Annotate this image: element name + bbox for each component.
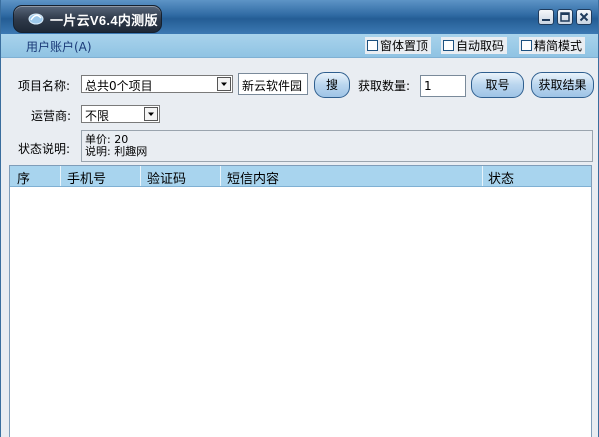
app-icon [28,13,44,25]
compact-mode-checkbox[interactable] [521,40,532,51]
main-window: 一片云V6.4内测版 用户账户(A) 窗体置顶 自动取码 精简模式 项目名称: … [0,0,599,437]
column-header-sms[interactable]: 短信内容 [227,168,279,187]
column-divider[interactable] [220,166,221,186]
close-button[interactable] [576,9,592,25]
chevron-down-icon[interactable] [217,77,231,91]
column-header-index[interactable]: 序 [17,168,30,187]
status-label: 状态说明: [18,142,71,156]
maximize-button[interactable] [557,9,573,25]
auto-fetch-label: 自动取码 [456,39,505,53]
quantity-input[interactable]: 1 [420,75,466,97]
window-title: 一片云V6.4内测版 [50,13,158,28]
status-price: 单价: 20 [85,133,129,146]
result-table[interactable]: 序 手机号 验证码 短信内容 状态 [9,165,592,437]
search-input[interactable]: 新云软件园 [238,73,308,95]
minimize-button[interactable] [538,9,554,25]
auto-fetch-checkbox[interactable] [443,40,454,51]
compact-mode-label: 精简模式 [534,39,583,53]
maximize-icon [560,12,570,22]
carrier-label: 运营商: [31,109,72,123]
column-header-code[interactable]: 验证码 [147,168,186,187]
project-select-value: 总共0个项目 [85,79,153,93]
quantity-label: 获取数量: [358,79,411,93]
project-label: 项目名称: [18,79,71,93]
get-result-button[interactable]: 获取结果 [531,72,594,98]
stay-on-top-label: 窗体置顶 [380,39,429,53]
table-header: 序 手机号 验证码 短信内容 状态 [10,166,591,187]
column-header-status[interactable]: 状态 [488,168,514,187]
stay-on-top-checkbox[interactable] [367,40,378,51]
column-header-phone[interactable]: 手机号 [67,168,106,187]
status-description-box: 单价: 20 说明: 利趣网 [81,130,593,162]
close-icon [579,12,589,22]
chevron-down-icon[interactable] [144,107,158,121]
menu-bar: 用户账户(A) 窗体置顶 自动取码 精简模式 [1,34,598,58]
column-divider[interactable] [482,166,483,186]
menu-account[interactable]: 用户账户(A) [26,38,92,55]
carrier-select-value: 不限 [85,109,110,123]
carrier-select[interactable]: 不限 [81,105,160,123]
quantity-input-value: 1 [424,79,432,93]
column-divider[interactable] [60,166,61,186]
option-auto-fetch[interactable]: 自动取码 [441,37,508,54]
minimize-icon [542,19,550,21]
status-note: 说明: 利趣网 [85,145,148,158]
column-divider[interactable] [140,166,141,186]
option-stay-on-top[interactable]: 窗体置顶 [365,37,432,54]
project-select[interactable]: 总共0个项目 [81,75,233,93]
title-tab: 一片云V6.4内测版 [13,5,162,33]
title-bar[interactable]: 一片云V6.4内测版 [1,0,598,34]
option-compact-mode[interactable]: 精简模式 [519,37,586,54]
search-input-value: 新云软件园 [242,79,303,93]
search-button[interactable]: 搜 [314,72,350,98]
get-number-button[interactable]: 取号 [471,72,524,98]
